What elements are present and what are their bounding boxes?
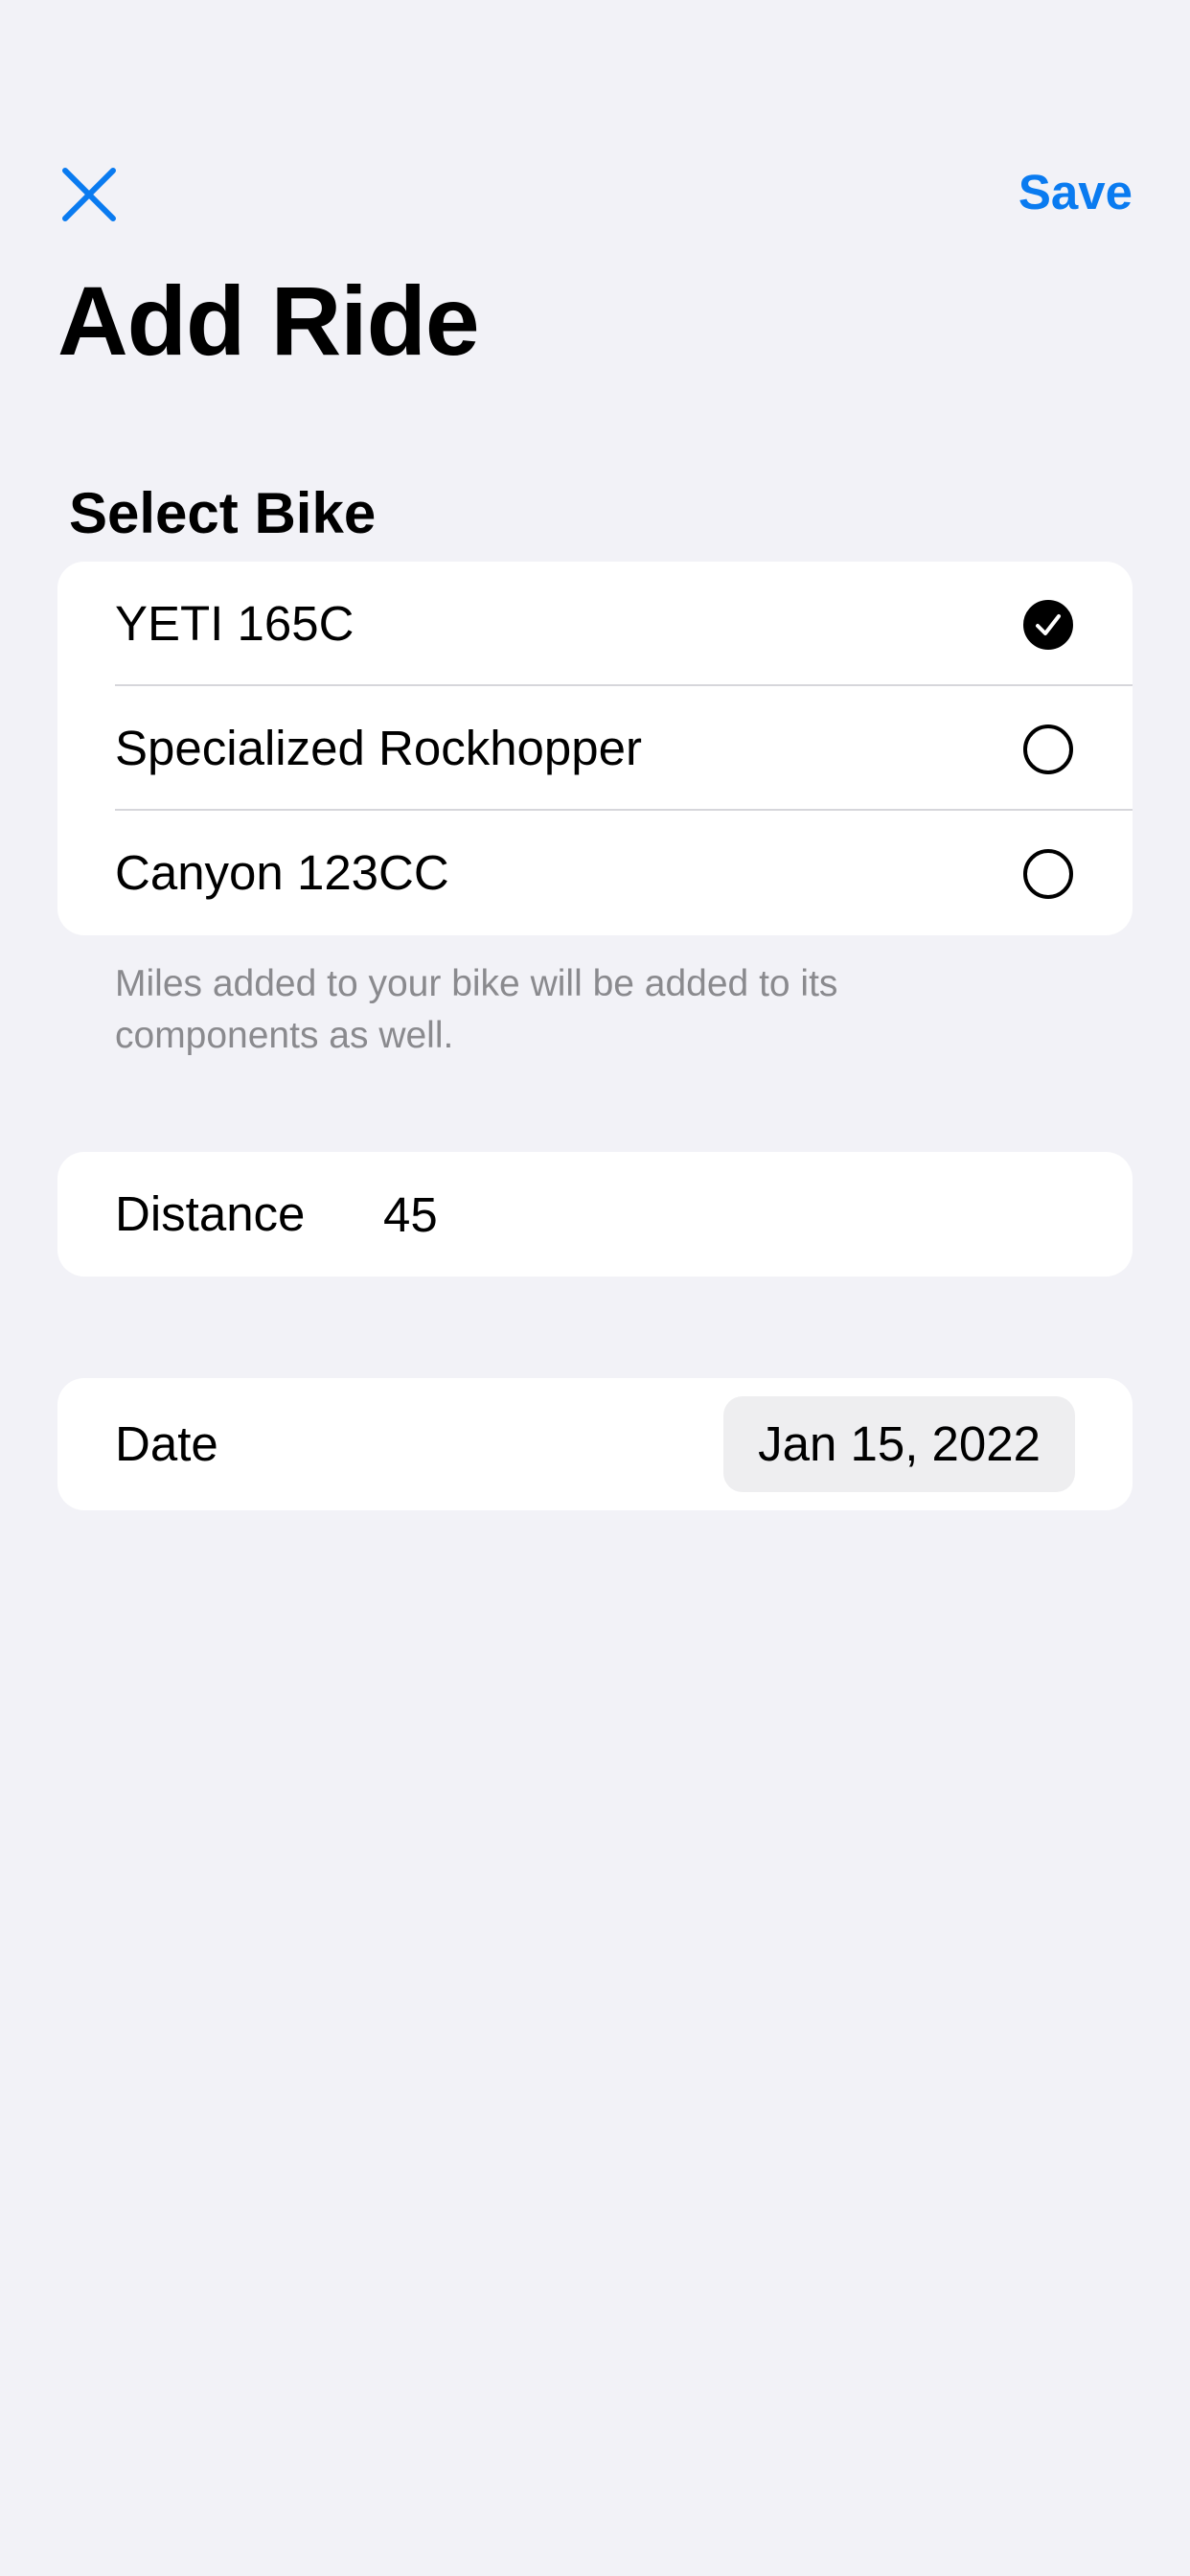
navigation-bar: Save bbox=[0, 144, 1190, 240]
distance-label: Distance bbox=[115, 1186, 306, 1241]
bike-option-canyon[interactable]: Canyon 123CC bbox=[57, 811, 1133, 935]
bike-option-yeti[interactable]: YETI 165C bbox=[57, 562, 1133, 686]
close-button[interactable] bbox=[57, 163, 121, 226]
date-label: Date bbox=[115, 1416, 218, 1471]
bike-option-specialized[interactable]: Specialized Rockhopper bbox=[57, 686, 1133, 811]
radio-unchecked-icon bbox=[1023, 724, 1073, 774]
page-title: Add Ride bbox=[57, 266, 480, 376]
close-icon bbox=[62, 168, 116, 221]
bike-option-label: YETI 165C bbox=[115, 596, 355, 651]
distance-row: Distance bbox=[57, 1152, 1133, 1276]
bike-list: YETI 165C Specialized Rockhopper Canyon … bbox=[57, 562, 1133, 935]
date-row: Date Jan 15, 2022 bbox=[57, 1378, 1133, 1510]
radio-checked-icon bbox=[1023, 600, 1073, 650]
bike-option-label: Canyon 123CC bbox=[115, 845, 449, 900]
save-button[interactable]: Save bbox=[1018, 161, 1133, 224]
distance-input[interactable] bbox=[383, 1176, 1054, 1253]
radio-unchecked-icon bbox=[1023, 849, 1073, 899]
bike-section-footer-note: Miles added to your bike will be added t… bbox=[115, 963, 838, 1056]
bike-option-label: Specialized Rockhopper bbox=[115, 721, 642, 775]
date-picker-button[interactable]: Jan 15, 2022 bbox=[723, 1396, 1075, 1492]
select-bike-header: Select Bike bbox=[69, 481, 377, 545]
